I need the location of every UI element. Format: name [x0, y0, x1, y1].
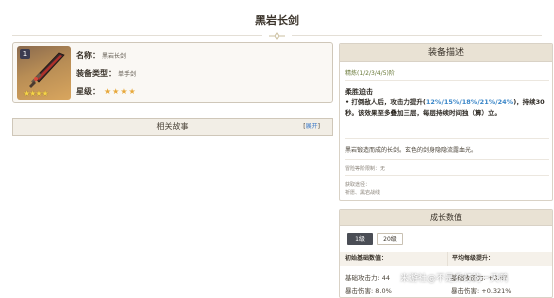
avg-growth-header: 平均每级提升： — [447, 252, 552, 266]
description-header: 装备描述 — [340, 44, 552, 62]
refinement-levels: 精炼(1/2/3/4/5)阶 — [345, 70, 395, 77]
weapon-info-card: 1 ★★★★ 名称： 黑岩长剑 装备类型： 单手剑 星级： ★★★★ — [12, 42, 333, 103]
growth-stats-panel: 成长数值 1级 20级 初始基础数值： 平均每级提升： 基础攻击力: 44 暴击… — [339, 209, 553, 298]
weapon-rarity-row: 星级： ★★★★ — [76, 82, 137, 100]
title-divider-right — [292, 35, 542, 36]
watermark: 米游社@不是乔灯的一天鸭 — [400, 274, 509, 284]
page-title: 黑岩长剑 — [255, 14, 299, 27]
type-label: 装备类型： — [76, 68, 116, 78]
level-1-button[interactable]: 1级 — [347, 233, 373, 245]
name-value: 黑岩长剑 — [102, 52, 127, 60]
source-value: 祈愿、黑岩战线 — [345, 190, 381, 196]
weapon-type-row: 装备类型： 单手剑 — [76, 64, 137, 82]
skill-text-pre: • 打倒敌人后，攻击力提升( — [345, 98, 426, 106]
weapon-name-row: 名称： 黑岩长剑 — [76, 46, 137, 64]
adventure-rank-limit: 冒险等阶限制：无 — [345, 166, 386, 172]
skill-name: 柔胜迫击 — [345, 88, 373, 96]
level-20-button[interactable]: 20级 — [377, 233, 403, 245]
type-value: 单手剑 — [118, 70, 137, 78]
flavor-text: 黑岩锻造而成的长剑。玄色的剑身隐隐流露血光。 — [345, 147, 478, 154]
sword-icon — [29, 52, 65, 88]
divider — [345, 80, 549, 81]
base-stats-header: 初始基础数值： — [340, 252, 447, 266]
expand-bracket-close: ] — [317, 123, 320, 130]
base-crit-dmg: 暴击伤害: 8.0% — [345, 287, 392, 295]
rarity-label: 星级： — [76, 86, 100, 96]
title-divider-left — [12, 35, 262, 36]
weapon-portrait: 1 ★★★★ — [17, 46, 71, 100]
portrait-stars: ★★★★ — [23, 89, 49, 98]
source-label: 获取途径： — [345, 182, 371, 188]
equipment-description-panel: 装备描述 精炼(1/2/3/4/5)阶 柔胜迫击 • 打倒敌人后，攻击力提升(1… — [339, 43, 553, 201]
base-atk: 基础攻击力: 44 — [345, 274, 391, 282]
related-story-panel: 相关故事 [展开] — [12, 118, 333, 136]
rarity-stars: ★★★★ — [104, 86, 137, 96]
divider — [345, 159, 549, 160]
expand-link[interactable]: 展开 — [306, 123, 318, 130]
story-title: 相关故事 — [156, 122, 189, 131]
skill-description: • 打倒敌人后，攻击力提升(12%/15%/18%/21%/24%)，持续30秒… — [345, 97, 549, 119]
growth-header: 成长数值 — [340, 210, 552, 226]
story-expand-toggle[interactable]: [展开] — [303, 119, 320, 135]
divider — [345, 175, 549, 176]
avg-crit-dmg: 暴击伤害: +0.321% — [451, 287, 512, 295]
title-ornament-icon — [269, 32, 285, 40]
name-label: 名称： — [76, 50, 100, 60]
skill-values: 12%/15%/18%/21%/24% — [425, 98, 514, 106]
divider — [345, 138, 549, 139]
